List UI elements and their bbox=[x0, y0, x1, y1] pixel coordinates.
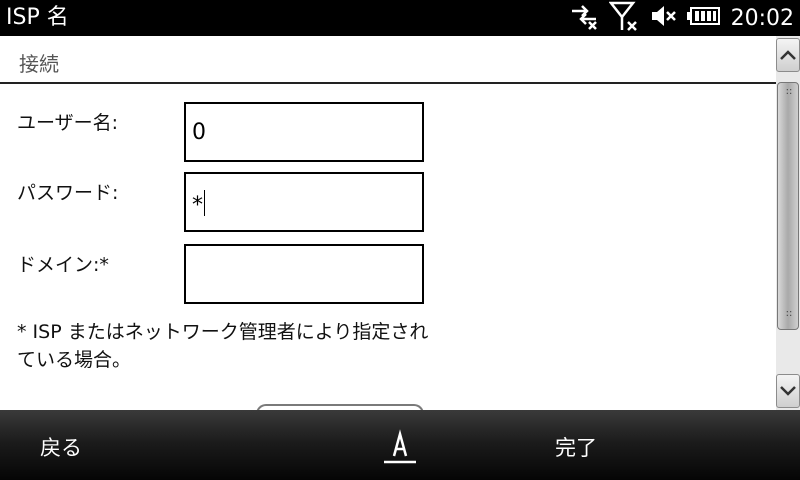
username-value: 0 bbox=[192, 120, 206, 145]
password-label: パスワード: bbox=[17, 182, 119, 204]
domain-label: ドメイン:* bbox=[17, 254, 109, 276]
clock[interactable]: 20:02 bbox=[731, 6, 794, 31]
input-method-icon[interactable] bbox=[384, 426, 416, 466]
grip-icon: :: bbox=[785, 86, 793, 97]
softkey-bar: 戻る 完了 bbox=[0, 410, 800, 480]
scrollbar[interactable]: :: :: bbox=[776, 36, 800, 410]
chevron-up-icon bbox=[780, 50, 796, 60]
scroll-up-button[interactable] bbox=[776, 38, 800, 72]
battery-icon[interactable] bbox=[686, 6, 721, 30]
password-input[interactable]: * bbox=[184, 172, 424, 232]
signal-off-icon[interactable] bbox=[608, 0, 639, 36]
connectivity-icon[interactable] bbox=[569, 1, 599, 35]
domain-input[interactable] bbox=[184, 244, 424, 304]
section-header: 接続 bbox=[0, 36, 776, 84]
status-icons: 20:02 bbox=[569, 0, 800, 36]
section-title: 接続 bbox=[19, 52, 59, 76]
window-title: ISP 名 bbox=[6, 5, 69, 30]
back-softkey[interactable]: 戻る bbox=[40, 432, 82, 462]
password-value: * bbox=[192, 193, 203, 218]
domain-note: * ISP またはネットワーク管理者により指定されている場合。 bbox=[17, 321, 429, 371]
username-label: ユーザー名: bbox=[17, 112, 119, 134]
scroll-down-button[interactable] bbox=[776, 374, 800, 408]
grip-icon: :: bbox=[785, 308, 793, 319]
isp-form: ユーザー名: 0 パスワード: * ドメイン:* * ISP またはネットワーク… bbox=[0, 84, 776, 424]
done-softkey[interactable]: 完了 bbox=[555, 432, 597, 462]
text-cursor bbox=[204, 190, 205, 216]
scroll-thumb[interactable]: :: :: bbox=[777, 82, 799, 330]
status-bar: ISP 名 20:02 bbox=[0, 0, 800, 36]
chevron-down-icon bbox=[780, 386, 796, 396]
username-input[interactable]: 0 bbox=[184, 102, 424, 162]
speaker-muted-icon[interactable] bbox=[649, 2, 677, 34]
